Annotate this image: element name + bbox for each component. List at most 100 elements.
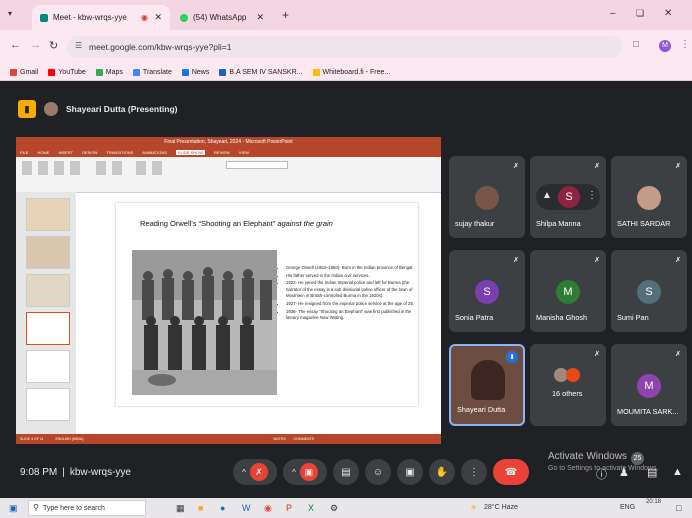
avatar: M [556, 280, 580, 304]
bookmark-youtube[interactable]: YouTube [48, 68, 86, 76]
meet-icon [40, 13, 48, 22]
bookmark-sanskrit[interactable]: B.A SEM IV SANSKR... [219, 68, 303, 76]
bookmark-gmail[interactable]: Gmail [10, 68, 39, 76]
close-tab-icon[interactable]: ✕ [154, 12, 162, 23]
edge-icon[interactable]: ● [220, 503, 225, 513]
participant-tile[interactable]: ✗ M MOUMITA SARK... [611, 344, 687, 426]
bookmark-label: Gmail [20, 68, 39, 76]
notes-label: NOTES [273, 437, 286, 441]
bullet-item: 1922- He joined the Indian Imperial poli… [286, 280, 418, 300]
back-icon[interactable]: ← [10, 39, 21, 51]
participant-tile[interactable]: ✗ sujay thakur [449, 156, 525, 238]
word-icon[interactable]: W [242, 503, 251, 513]
avatar: S [637, 280, 661, 304]
bookmark-label: Translate [142, 68, 172, 76]
slide-thumbnail [26, 274, 70, 307]
settings-icon[interactable]: ⚙ [330, 503, 338, 514]
chevron-up-icon[interactable]: ^ [292, 468, 296, 477]
captions-button[interactable]: ▤ [333, 459, 359, 485]
slide-title-text: Reading Orwell's “Shooting an Elephant” [140, 219, 278, 228]
reactions-button[interactable]: ☺ [365, 459, 391, 485]
language-indicator[interactable]: ENG [620, 504, 635, 511]
participant-tile-others[interactable]: ✗ 16 others [530, 344, 606, 426]
present-button[interactable]: ▣ [397, 459, 423, 485]
bookmark-label: B.A SEM IV SANSKR... [229, 68, 303, 76]
participant-name: SATHI SARDAR [617, 219, 671, 228]
ppt-menu: FILE HOME INSERT DESIGN TRANSITIONS ANIM… [16, 148, 441, 157]
translate-icon [132, 68, 140, 76]
bullet-item: George Orwell (1903–1950)- Born in the I… [286, 265, 418, 272]
bookmark-news[interactable]: News [181, 68, 210, 76]
windows-start-icon[interactable]: ▣ [9, 503, 18, 514]
mic-off-icon: ✗ [675, 163, 681, 170]
powerpoint-icon[interactable]: P [286, 503, 292, 513]
notifications-icon[interactable]: □ [676, 503, 681, 513]
meeting-code: kbw-wrqs-yye [69, 467, 131, 478]
leave-call-button[interactable]: ☎ [493, 459, 529, 485]
new-tab-icon[interactable]: + [282, 8, 289, 22]
participant-tile[interactable]: ✗ S Sumi Pan [611, 250, 687, 332]
tab-whatsapp[interactable]: (54) WhatsApp ✕ [172, 5, 272, 30]
avatar [44, 102, 58, 116]
taskbar-clock[interactable]: 20:18 [646, 499, 661, 505]
people-icon[interactable]: ♟ [619, 466, 629, 479]
maps-icon [95, 68, 103, 76]
mic-off-icon: ✗ [249, 463, 268, 481]
raise-hand-button[interactable]: ✋ [429, 459, 455, 485]
more-options-button[interactable]: ⋮ [461, 459, 487, 485]
bookmark-maps[interactable]: Maps [95, 68, 123, 76]
close-tab-icon[interactable]: ✕ [256, 12, 264, 23]
speaking-icon: ▮ [506, 351, 518, 363]
participant-tile[interactable]: ✗ ▲ S ⋮ Shilpa Manna [530, 156, 606, 238]
pin-icon[interactable]: ▲ [542, 190, 552, 201]
ribbon-icon [70, 161, 80, 175]
info-icon[interactable]: ⓘ [596, 466, 607, 482]
more-vert-icon: ⋮ [469, 466, 479, 478]
mic-toggle-button[interactable]: ^ ✗ [233, 459, 277, 485]
excel-icon[interactable]: X [308, 503, 314, 513]
captions-icon: ▤ [341, 466, 351, 478]
camera-toggle-button[interactable]: ^ ▣ [283, 459, 327, 485]
ribbon-icon [54, 161, 64, 175]
avatar [637, 186, 661, 210]
taskbar-search-input[interactable]: ⚲ Type here to search [28, 500, 146, 516]
file-explorer-icon[interactable]: ■ [198, 503, 203, 513]
more-options-icon[interactable]: ⋮ [587, 190, 597, 201]
news-icon [181, 68, 189, 76]
tab-meet[interactable]: Meet - kbw-wrqs-yye ◉ ✕ [32, 5, 170, 30]
chat-icon[interactable]: ▤ [647, 466, 657, 479]
slide-thumbnail [26, 350, 70, 383]
participant-tile[interactable]: ✗ M Manisha Ghosh [530, 250, 606, 332]
participant-name: Sumi Pan [617, 313, 649, 322]
url-text: meet.google.com/kbw-wrqs-yye?pli=1 [89, 42, 232, 52]
historical-photo [132, 250, 277, 395]
activities-icon[interactable]: ▲ [672, 466, 683, 478]
ppt-thumbnails [16, 192, 76, 434]
more-menu-icon[interactable]: ⋮ [680, 39, 690, 50]
maximize-icon[interactable]: ❏ [636, 8, 644, 19]
chrome-icon[interactable]: ◉ [264, 503, 272, 514]
bookmark-translate[interactable]: Translate [132, 68, 172, 76]
participant-name: Sonia Patra [455, 313, 494, 322]
participant-tile-presenter[interactable]: ▮ Shayeari Dutta [449, 344, 525, 426]
forward-icon[interactable]: → [30, 39, 41, 51]
minimize-icon[interactable]: – [610, 8, 616, 19]
slide-thumbnail [26, 236, 70, 269]
presentation-icon[interactable]: ▮ [18, 100, 36, 118]
ppt-window-title: Final Presentation, Shayeari, 2024 - Mic… [16, 137, 441, 148]
participant-tile[interactable]: ✗ SATHI SARDAR [611, 156, 687, 238]
bookmark-label: News [191, 68, 210, 76]
task-view-icon[interactable]: ▦ [176, 503, 185, 514]
chevron-up-icon[interactable]: ^ [242, 468, 246, 477]
extensions-icon[interactable]: □ [633, 39, 639, 50]
tab-search-icon[interactable]: ▾ [8, 9, 12, 18]
url-field[interactable]: ☰ meet.google.com/kbw-wrqs-yye?pli=1 [67, 36, 622, 58]
comments-label: COMMENTS [293, 437, 314, 441]
site-info-icon[interactable]: ☰ [75, 41, 82, 50]
profile-avatar[interactable]: M [659, 40, 671, 52]
bookmark-whiteboard[interactable]: Whiteboard.fi - Free... [312, 68, 390, 76]
reload-icon[interactable]: ↻ [49, 39, 58, 52]
ppt-ribbon [16, 157, 441, 193]
participant-tile[interactable]: ✗ S Sonia Patra [449, 250, 525, 332]
close-window-icon[interactable]: ✕ [664, 8, 672, 19]
